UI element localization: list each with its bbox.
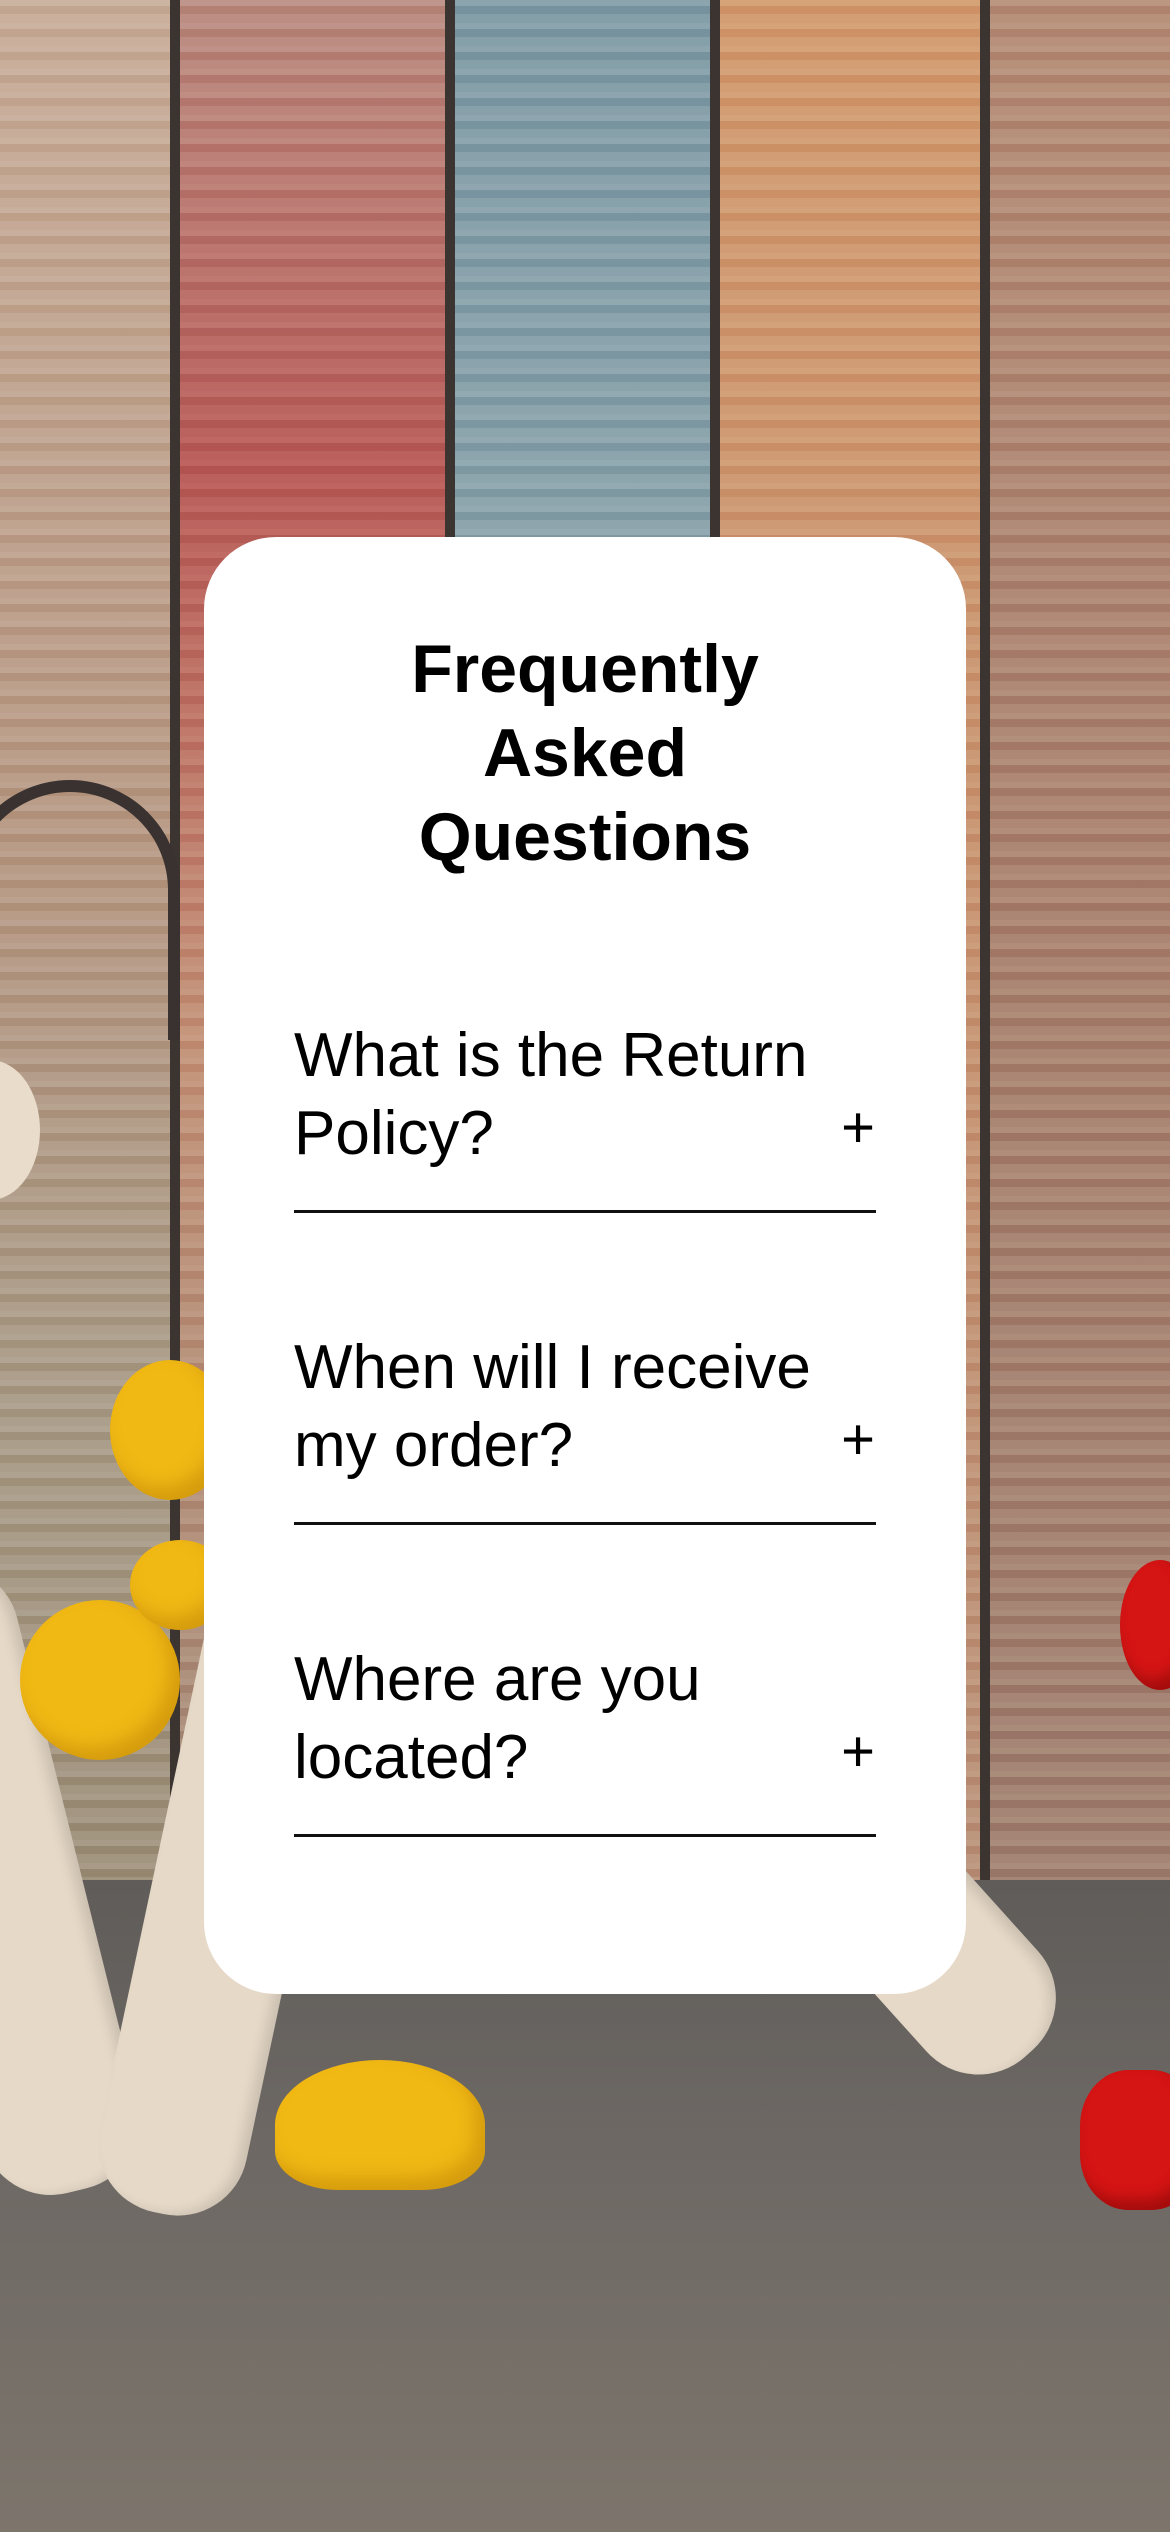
faq-divider	[294, 1834, 876, 1837]
plus-icon[interactable]: +	[828, 1401, 888, 1479]
faq-question[interactable]: What is the Return Policy?	[294, 1017, 834, 1173]
faq-divider	[294, 1210, 876, 1213]
faq-title: Frequently Asked Questions	[411, 631, 759, 875]
faq-question[interactable]: Where are you located?	[294, 1641, 834, 1797]
red-figure-part	[1080, 2070, 1170, 2210]
faq-item-order-delivery[interactable]: When will I receive my order? +	[294, 1329, 876, 1525]
faq-item-return-policy[interactable]: What is the Return Policy? +	[294, 1017, 876, 1213]
faq-item-location[interactable]: Where are you located? +	[294, 1641, 876, 1837]
plus-icon[interactable]: +	[828, 1713, 888, 1791]
wall-arch	[0, 780, 180, 1040]
faq-card: Frequently Asked Questions What is the R…	[204, 537, 966, 1994]
plus-icon[interactable]: +	[828, 1089, 888, 1167]
yellow-foot	[275, 2060, 485, 2190]
faq-question[interactable]: When will I receive my order?	[294, 1329, 834, 1485]
faq-divider	[294, 1522, 876, 1525]
